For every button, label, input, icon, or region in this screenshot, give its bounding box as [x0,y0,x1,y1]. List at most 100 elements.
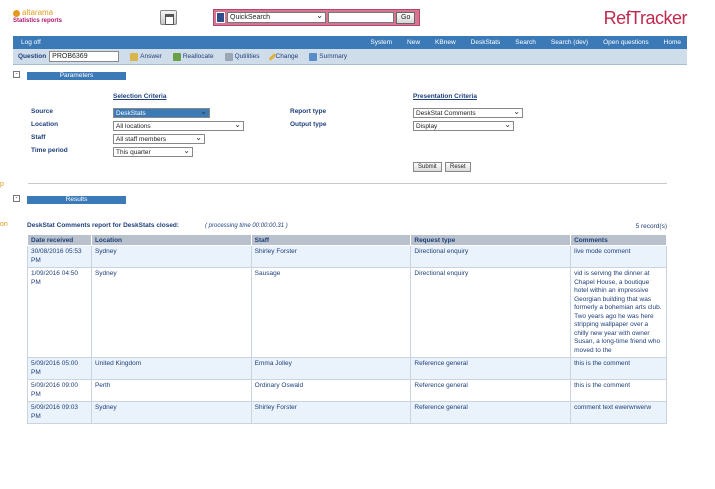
staff-select[interactable]: All staff members [113,133,205,144]
col-location[interactable]: Location [90,234,252,246]
location-label: Location [31,121,59,128]
logo-mark-icon [13,9,20,17]
cell-comment: vid is serving the dinner at Chapel Hous… [570,267,667,358]
cell-staff: Shirley Forster [250,401,412,424]
question-input[interactable]: PROB6369 [49,51,120,62]
logoff-link[interactable]: Log off [21,39,41,46]
presentation-criteria-title: Presentation Criteria [413,93,477,100]
results-table: Date received Location Staff Request typ… [27,234,667,424]
cell-location: Sydney [90,267,252,358]
section-divider [28,183,667,184]
cell-request: Reference general [410,401,572,424]
change-button[interactable]: Change [268,52,299,61]
quicksearch-select[interactable]: QuickSearch [227,11,326,23]
cell-staff: Ordinary Oswald [250,379,412,402]
home-icon[interactable] [160,10,177,25]
reftracker-brand: RefTracker [603,8,688,28]
table-row[interactable]: 1/09/2016 04:50 PM Sydney Sausage Direct… [27,267,667,358]
cell-date: 5/09/2016 09:00 PM [27,379,92,402]
logo-subtitle: Statistics reports [13,18,63,24]
record-count: 5 record(s) [635,223,667,230]
cell-request: Reference general [410,357,572,380]
processing-time: ( processing time 00:00:00.31 ) [205,223,288,229]
reset-button[interactable]: Reset [445,162,471,172]
source-select[interactable]: DeskStats [113,107,210,118]
cell-request: Directional enquiry [410,245,572,268]
nav-home[interactable]: Home [664,39,681,46]
question-toolbar: Question PROB6369 Answer Reallocate Quti… [13,49,687,65]
source-label: Source [31,108,54,115]
go-button[interactable]: Go [396,11,416,24]
reallocate-button[interactable]: Reallocate [172,52,214,61]
cell-staff: Shirley Forster [250,245,412,268]
table-row[interactable]: 30/08/2016 05:53 PM Sydney Shirley Forst… [27,245,667,268]
summary-label: Summary [319,53,348,60]
cell-staff: Sausage [250,267,412,358]
cell-comment: comment text ewerwrwerw [570,401,667,424]
table-row[interactable]: 5/09/2016 05:00 PM United Kingdom Emma J… [27,357,667,380]
cell-location: United Kingdom [90,357,252,380]
col-staff[interactable]: Staff [250,234,412,246]
report-type-select[interactable]: DeskStat Comments [413,107,523,118]
parameters-toggle-icon[interactable]: - [13,71,20,78]
top-nav: Log off System New KBnew DeskStats Searc… [13,36,687,49]
cell-location: Perth [90,379,252,402]
nav-new[interactable]: New [407,39,420,46]
cell-location: Sydney [90,401,252,424]
selection-criteria-title: Selection Criteria [113,93,167,100]
cell-comment: live mode comment [570,245,667,268]
nav-search[interactable]: Search [515,39,536,46]
question-label: Question [18,53,47,60]
submit-button[interactable]: Submit [413,162,442,172]
output-type-label: Output type [290,121,327,128]
qutilities-button[interactable]: Qutilities [224,52,260,61]
output-type-select[interactable]: Display [413,120,514,131]
quicksearch-input[interactable] [328,12,394,23]
nav-search-dev[interactable]: Search (dev) [551,39,588,46]
qutilities-icon [224,52,233,61]
reallocate-icon [172,52,181,61]
cell-request: Directional enquiry [410,267,572,358]
nav-system[interactable]: System [370,39,392,46]
table-row[interactable]: 5/09/2016 09:03 PM Sydney Shirley Forste… [27,401,667,424]
results-toggle-icon[interactable]: - [13,195,20,202]
table-header-row: Date received Location Staff Request typ… [27,234,667,246]
edge-text-a: p [0,181,4,188]
time-period-label: Time period [31,147,68,154]
cell-date: 1/09/2016 04:50 PM [27,267,92,358]
quicksearch-icon [216,12,225,23]
table-row[interactable]: 5/09/2016 09:00 PM Perth Ordinary Oswald… [27,379,667,402]
cell-date: 5/09/2016 05:00 PM [27,357,92,380]
cell-date: 5/09/2016 09:03 PM [27,401,92,424]
altarama-logo[interactable]: altarama Statistics reports [13,9,62,25]
reallocate-label: Reallocate [182,53,214,60]
cell-location: Sydney [90,245,252,268]
parameters-header[interactable]: Parameters [27,72,126,80]
edge-text-b: on [0,221,8,228]
logo-name: altarama [22,8,54,17]
change-label: Change [275,53,299,60]
summary-button[interactable]: Summary [309,52,348,61]
col-request-type[interactable]: Request type [410,234,572,246]
cell-comment: this is the comment [570,379,667,402]
cell-request: Reference general [410,379,572,402]
answer-label: Answer [140,53,162,60]
cell-date: 30/08/2016 05:53 PM [27,245,92,268]
col-comments[interactable]: Comments [570,234,667,246]
nav-kbnew[interactable]: KBnew [435,39,456,46]
results-header[interactable]: Results [27,196,126,204]
report-title: DeskStat Comments report for DeskStats c… [27,222,180,229]
staff-label: Staff [31,134,46,141]
answer-button[interactable]: Answer [130,52,162,61]
col-date-received[interactable]: Date received [27,234,92,246]
cell-comment: this is the comment [570,357,667,380]
time-period-select[interactable]: This quarter [113,146,193,157]
quicksearch-bar: QuickSearch Go [213,9,420,26]
report-type-label: Report type [290,108,327,115]
qutilities-label: Qutilities [234,53,260,60]
cell-staff: Emma Jolley [250,357,412,380]
answer-icon [130,52,139,61]
nav-deskstats[interactable]: DeskStats [471,39,501,46]
nav-open-questions[interactable]: Open questions [603,39,649,46]
location-select[interactable]: All locations [113,120,244,131]
